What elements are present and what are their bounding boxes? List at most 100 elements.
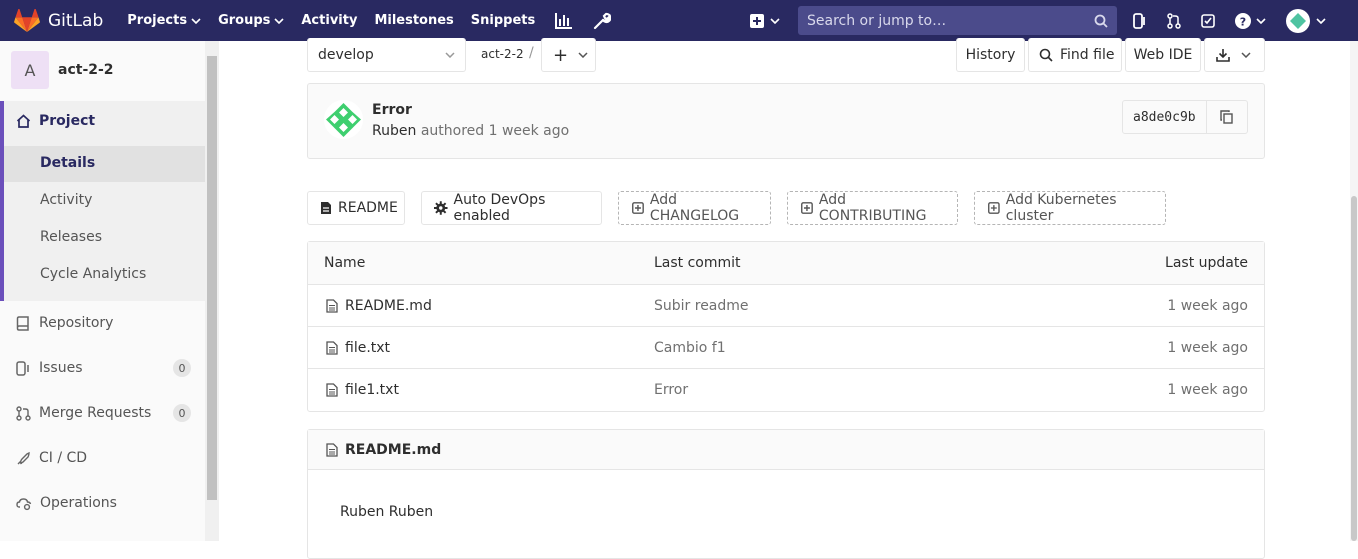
chevron-down-icon	[578, 52, 588, 58]
issues-icon[interactable]	[1133, 12, 1147, 29]
readme-content: Ruben Ruben	[340, 504, 434, 520]
sidebar-project-header[interactable]: A act-2-2	[11, 51, 114, 89]
new-dropdown-button[interactable]	[750, 13, 780, 28]
commit-meta: authored 1 week ago	[420, 123, 570, 139]
brand-name: GitLab	[48, 10, 104, 31]
sidebar-item-label: Merge Requests	[39, 405, 152, 421]
commit-author-avatar[interactable]	[324, 100, 363, 139]
commit-message-cell[interactable]: Subir readme	[654, 285, 749, 326]
sidebar-item-project[interactable]: Project	[16, 113, 95, 129]
sidebar-item-label: Repository	[39, 315, 114, 331]
add-kubernetes-button[interactable]: Add Kubernetes cluster	[974, 191, 1166, 225]
find-file-button[interactable]: Find file	[1028, 38, 1122, 72]
search-box[interactable]	[798, 6, 1117, 35]
home-icon	[16, 114, 31, 128]
breadcrumb-path[interactable]: act-2-2	[481, 47, 524, 61]
nav-milestones[interactable]: Milestones	[374, 13, 453, 28]
sidebar-item-repository[interactable]: Repository	[16, 315, 191, 331]
todo-check-icon[interactable]	[1201, 13, 1215, 28]
column-header-last-update: Last update	[1165, 255, 1248, 271]
file-name: README.md	[345, 297, 432, 314]
add-contributing-button[interactable]: Add CONTRIBUTING	[787, 191, 958, 225]
commit-author-link[interactable]: Ruben	[372, 123, 416, 139]
nav-activity-label: Activity	[301, 13, 358, 28]
gear-icon	[434, 201, 448, 215]
page-scrollbar-thumb[interactable]	[1351, 196, 1357, 541]
copy-sha-button[interactable]	[1207, 101, 1247, 133]
plus-icon: +	[553, 44, 569, 66]
sidebar-subitem-details[interactable]: Details	[40, 155, 95, 171]
readme-filename[interactable]: README.md	[345, 442, 441, 458]
plus-square-icon	[988, 202, 1000, 214]
user-avatar	[1286, 8, 1310, 33]
project-name: act-2-2	[58, 62, 114, 78]
commit-message-cell[interactable]: Error	[654, 369, 688, 411]
svg-text:?: ?	[1240, 15, 1246, 28]
sidebar-scrollbar-thumb[interactable]	[207, 56, 217, 500]
nav-groups[interactable]: Groups	[218, 13, 284, 28]
add-to-tree-dropdown[interactable]: +	[541, 38, 596, 72]
nav-projects[interactable]: Projects	[127, 13, 201, 28]
file-name: file.txt	[345, 339, 391, 356]
top-navbar: GitLab Projects Groups Activity Mileston…	[0, 0, 1358, 41]
breadcrumb-separator: /	[529, 45, 534, 61]
cloud-gear-icon	[16, 497, 32, 510]
help-dropdown[interactable]: ?	[1235, 12, 1266, 29]
table-row[interactable]: README.md Subir readme 1 week ago	[308, 285, 1264, 327]
nav-projects-label: Projects	[127, 13, 188, 28]
web-ide-button[interactable]: Web IDE	[1125, 38, 1201, 72]
nav-groups-label: Groups	[218, 13, 271, 28]
copy-icon	[1220, 110, 1234, 124]
commit-sha-group: a8de0c9b	[1122, 100, 1248, 134]
sidebar-item-label: CI / CD	[39, 450, 88, 466]
file-tree-table: Name Last commit Last update README.md S…	[307, 241, 1265, 412]
merge-request-icon[interactable]	[1167, 12, 1181, 29]
nav-snippets[interactable]: Snippets	[471, 13, 535, 28]
sidebar-item-label: Issues	[39, 360, 83, 376]
readme-header: README.md	[308, 430, 1264, 470]
chevron-down-icon	[445, 52, 455, 58]
file-name-cell[interactable]: file1.txt	[326, 369, 399, 411]
sidebar-item-operations[interactable]: Operations	[16, 495, 191, 511]
auto-devops-button[interactable]: Auto DevOps enabled	[421, 191, 602, 225]
sidebar-subitem-activity[interactable]: Activity	[40, 192, 92, 208]
gitlab-logo[interactable]: GitLab	[14, 8, 104, 33]
commit-title[interactable]: Error	[372, 102, 412, 118]
history-button[interactable]: History	[956, 38, 1025, 72]
wrench-icon[interactable]	[593, 12, 612, 30]
add-changelog-button[interactable]: Add CHANGELOG	[618, 191, 771, 225]
user-menu[interactable]	[1286, 8, 1326, 33]
sidebar-item-ci-cd[interactable]: CI / CD	[16, 450, 191, 466]
chevron-down-icon	[770, 17, 780, 24]
sidebar-item-issues[interactable]: Issues 0	[16, 359, 191, 377]
branch-selector[interactable]: develop	[307, 38, 466, 72]
table-row[interactable]: file.txt Cambio f1 1 week ago	[308, 327, 1264, 369]
file-icon	[326, 298, 338, 313]
sidebar-active-highlight	[4, 146, 205, 182]
search-input[interactable]	[807, 12, 1077, 29]
sidebar-item-label: Operations	[40, 495, 117, 511]
plus-square-icon	[632, 202, 644, 214]
download-dropdown[interactable]	[1204, 38, 1265, 72]
file-name-cell[interactable]: file.txt	[326, 327, 390, 368]
file-name-cell[interactable]: README.md	[326, 285, 432, 326]
table-row[interactable]: file1.txt Error 1 week ago	[308, 369, 1264, 411]
readme-button-label: README	[338, 200, 398, 216]
plus-square-icon	[801, 202, 813, 214]
file-icon	[326, 383, 338, 397]
commit-message-cell[interactable]: Cambio f1	[654, 327, 726, 368]
nav-snippets-label: Snippets	[470, 13, 536, 28]
plus-square-icon	[750, 13, 764, 28]
analytics-icon[interactable]	[555, 12, 573, 29]
find-file-label: Find file	[1060, 47, 1115, 63]
issues-icon	[16, 360, 29, 376]
nav-activity[interactable]: Activity	[301, 13, 357, 28]
commit-sha[interactable]: a8de0c9b	[1123, 101, 1207, 133]
rocket-icon	[17, 451, 30, 464]
nav-milestones-label: Milestones	[374, 13, 454, 28]
sidebar-item-merge-requests[interactable]: Merge Requests 0	[16, 404, 191, 422]
sidebar-subitem-releases[interactable]: Releases	[40, 229, 102, 245]
chevron-down-icon	[1316, 17, 1326, 24]
sidebar-subitem-cycle-analytics[interactable]: Cycle Analytics	[40, 266, 146, 282]
readme-button[interactable]: README	[307, 191, 405, 225]
